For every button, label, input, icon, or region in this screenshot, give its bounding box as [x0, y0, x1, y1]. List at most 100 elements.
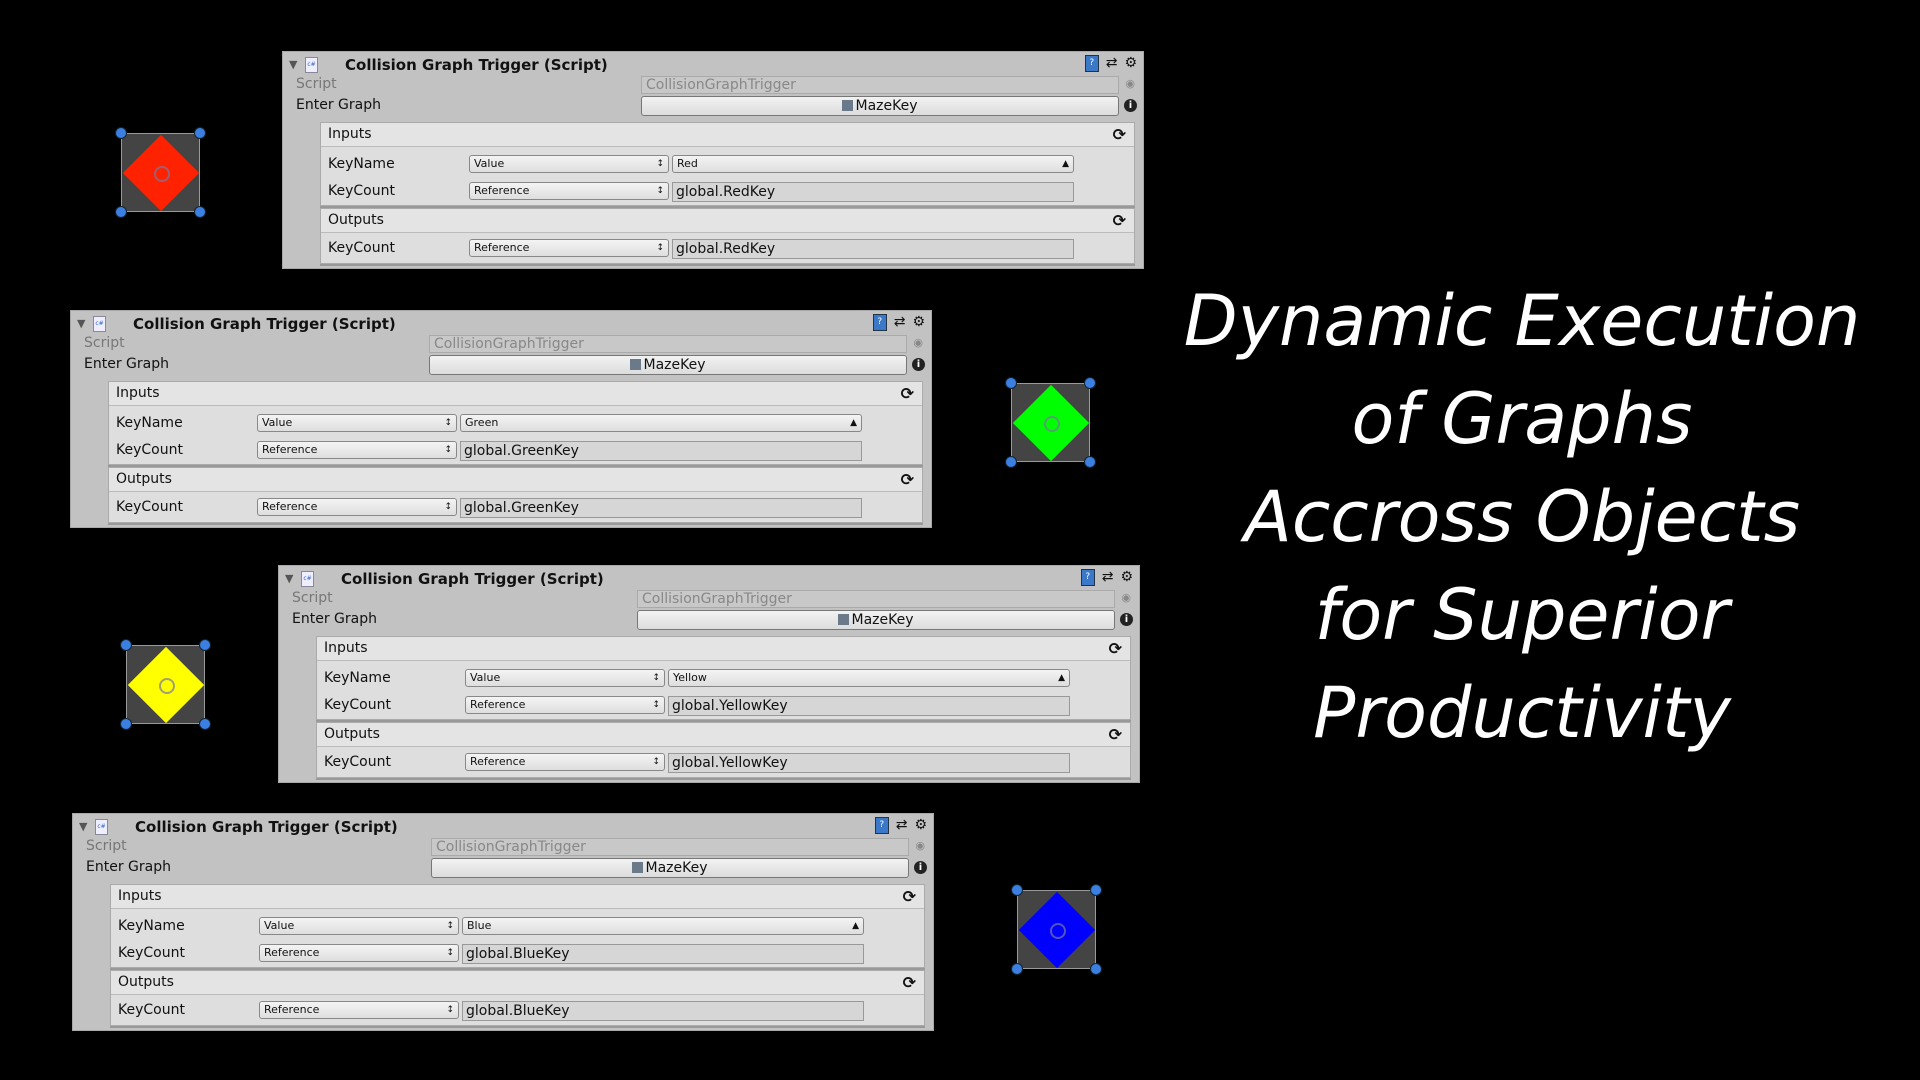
rect-handle[interactable]: [1090, 884, 1102, 896]
info-icon[interactable]: i: [912, 358, 925, 371]
info-icon[interactable]: i: [1120, 613, 1133, 626]
preset-icon[interactable]: ⇄: [1102, 569, 1114, 586]
preset-icon[interactable]: ⇄: [1106, 55, 1118, 72]
mode-dropdown[interactable]: Reference ↕: [465, 696, 665, 714]
foldout-triangle-icon[interactable]: ▼: [77, 317, 85, 330]
help-book-icon[interactable]: ?: [1080, 569, 1095, 586]
refresh-icon[interactable]: ⟳: [1109, 725, 1122, 744]
key-object-blue[interactable]: [1011, 884, 1102, 975]
rect-handle[interactable]: [199, 718, 211, 730]
value-input[interactable]: global.RedKey: [672, 182, 1074, 202]
value-dropdown[interactable]: Red ▲︎: [672, 155, 1074, 173]
outputs-row: KeyCount Reference ↕ global.RedKey: [328, 239, 1134, 259]
rect-handle[interactable]: [1090, 963, 1102, 975]
component-header[interactable]: ▼ c# Collision Graph Trigger (Script) ? ⇄…: [279, 566, 1139, 592]
mode-dropdown[interactable]: Reference ↕: [257, 498, 457, 516]
rect-handle[interactable]: [120, 639, 132, 651]
outputs-row: KeyCount Reference ↕ global.BlueKey: [118, 1001, 924, 1021]
info-icon[interactable]: i: [914, 861, 927, 874]
mode-dropdown[interactable]: Value ↕: [465, 669, 665, 687]
dropdown-arrow-icon: ↕: [652, 673, 660, 683]
enter-graph-button[interactable]: MazeKey: [431, 858, 909, 878]
script-field: CollisionGraphTrigger: [637, 590, 1115, 608]
value-input[interactable]: global.YellowKey: [668, 753, 1070, 773]
mode-dropdown[interactable]: Reference ↕: [465, 753, 665, 771]
script-label: Script: [84, 335, 125, 351]
mode-dropdown[interactable]: Value ↕: [469, 155, 669, 173]
foldout-triangle-icon[interactable]: ▼: [285, 572, 293, 585]
help-book-icon[interactable]: ?: [1084, 55, 1099, 72]
component-header[interactable]: ▼ c# Collision Graph Trigger (Script) ? ⇄…: [73, 814, 933, 840]
rect-handle[interactable]: [194, 206, 206, 218]
refresh-icon[interactable]: ⟳: [1109, 639, 1122, 658]
refresh-icon[interactable]: ⟳: [903, 973, 916, 992]
pivot-handle[interactable]: [1049, 922, 1066, 939]
preset-icon[interactable]: ⇄: [894, 314, 906, 331]
mode-dropdown[interactable]: Reference ↕: [469, 182, 669, 200]
value-dropdown[interactable]: Blue ▲︎: [462, 917, 864, 935]
value-input[interactable]: global.RedKey: [672, 239, 1074, 259]
rect-handle[interactable]: [120, 718, 132, 730]
value-dropdown[interactable]: Green ▲︎: [460, 414, 862, 432]
gear-icon[interactable]: ⚙: [912, 314, 925, 331]
rect-handle[interactable]: [1011, 963, 1023, 975]
gear-icon[interactable]: ⚙: [914, 817, 927, 834]
value-input[interactable]: global.BlueKey: [462, 1001, 864, 1021]
value-input[interactable]: global.YellowKey: [668, 696, 1070, 716]
help-book-icon[interactable]: ?: [874, 817, 889, 834]
dropdown-arrow-icon: ↕: [656, 159, 664, 169]
mode-dropdown[interactable]: Reference ↕: [257, 441, 457, 459]
component-header[interactable]: ▼ c# Collision Graph Trigger (Script) ? ⇄…: [71, 311, 931, 337]
component-header[interactable]: ▼ c# Collision Graph Trigger (Script) ? ⇄…: [283, 52, 1143, 78]
rect-handle[interactable]: [1005, 456, 1017, 468]
help-book-icon[interactable]: ?: [872, 314, 887, 331]
mode-dropdown[interactable]: Value ↕: [257, 414, 457, 432]
rect-handle[interactable]: [1005, 377, 1017, 389]
mode-dropdown[interactable]: Reference ↕: [469, 239, 669, 257]
inputs-section: Inputs ⟳ KeyName Value ↕ Yellow ▲︎ KeyCoun…: [316, 636, 1131, 720]
info-icon[interactable]: i: [1124, 99, 1137, 112]
inputs-section: Inputs ⟳ KeyName Value ↕ Red ▲︎ KeyCount R…: [320, 122, 1135, 206]
mode-dropdown[interactable]: Reference ↕: [259, 944, 459, 962]
gear-icon[interactable]: ⚙: [1124, 55, 1137, 72]
enter-graph-button[interactable]: MazeKey: [637, 610, 1115, 630]
value-input[interactable]: global.GreenKey: [460, 498, 862, 518]
enter-graph-button[interactable]: MazeKey: [429, 355, 907, 375]
pivot-handle[interactable]: [1043, 415, 1060, 432]
key-object-green[interactable]: [1005, 377, 1096, 468]
row-label: KeyCount: [328, 183, 395, 199]
enter-graph-button[interactable]: MazeKey: [641, 96, 1119, 116]
object-picker-icon[interactable]: ◉: [913, 336, 923, 349]
mode-dropdown[interactable]: Reference ↕: [259, 1001, 459, 1019]
rect-handle[interactable]: [115, 206, 127, 218]
dropdown-arrow-icon: ↕: [652, 700, 660, 710]
refresh-icon[interactable]: ⟳: [1113, 211, 1126, 230]
foldout-triangle-icon[interactable]: ▼: [79, 820, 87, 833]
object-picker-icon[interactable]: ◉: [1125, 77, 1135, 90]
pivot-handle[interactable]: [158, 677, 175, 694]
object-picker-icon[interactable]: ◉: [915, 839, 925, 852]
refresh-icon[interactable]: ⟳: [901, 470, 914, 489]
pivot-handle[interactable]: [153, 165, 170, 182]
value-dropdown[interactable]: Yellow ▲︎: [668, 669, 1070, 687]
component-title: Collision Graph Trigger (Script): [133, 315, 396, 333]
dropdown-arrow-icon: ↕: [652, 757, 660, 767]
key-object-yellow[interactable]: [120, 639, 211, 730]
foldout-triangle-icon[interactable]: ▼: [289, 58, 297, 71]
object-picker-icon[interactable]: ◉: [1121, 591, 1131, 604]
refresh-icon[interactable]: ⟳: [1113, 125, 1126, 144]
value-input[interactable]: global.BlueKey: [462, 944, 864, 964]
gear-icon[interactable]: ⚙: [1120, 569, 1133, 586]
mode-dropdown[interactable]: Value ↕: [259, 917, 459, 935]
rect-handle[interactable]: [1011, 884, 1023, 896]
rect-handle[interactable]: [199, 639, 211, 651]
refresh-icon[interactable]: ⟳: [901, 384, 914, 403]
value-input[interactable]: global.GreenKey: [460, 441, 862, 461]
rect-handle[interactable]: [1084, 377, 1096, 389]
refresh-icon[interactable]: ⟳: [903, 887, 916, 906]
rect-handle[interactable]: [194, 127, 206, 139]
key-object-red[interactable]: [115, 127, 206, 218]
preset-icon[interactable]: ⇄: [896, 817, 908, 834]
rect-handle[interactable]: [1084, 456, 1096, 468]
rect-handle[interactable]: [115, 127, 127, 139]
